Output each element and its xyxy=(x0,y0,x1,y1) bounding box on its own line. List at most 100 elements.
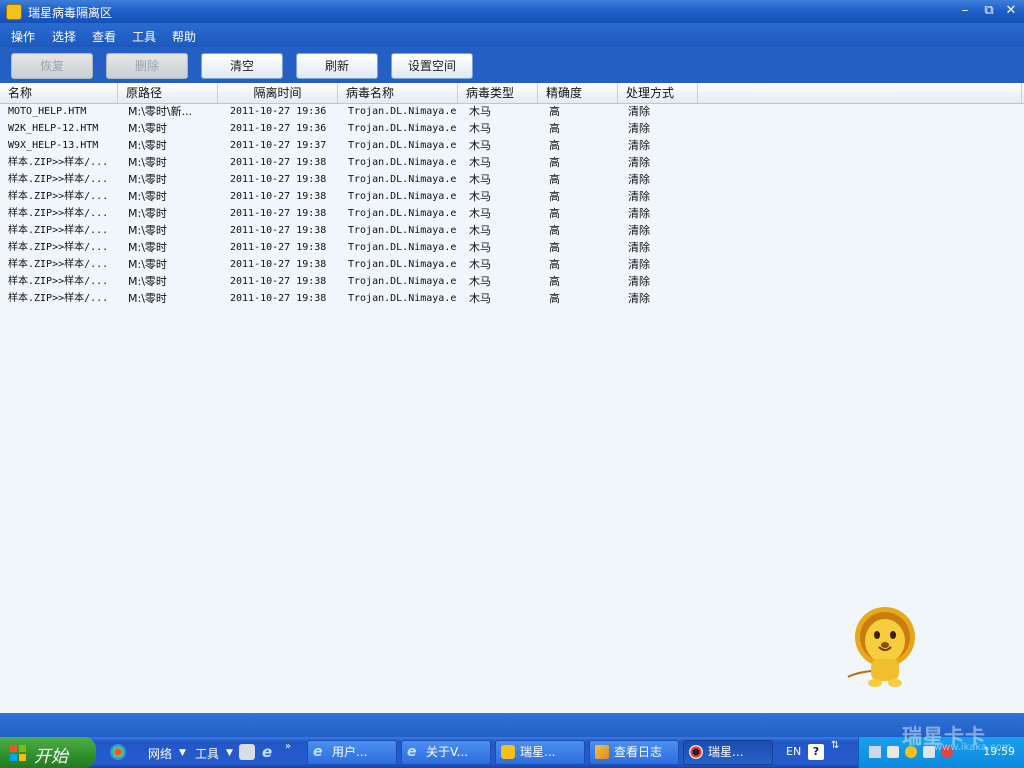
status-bar xyxy=(0,713,1024,737)
cell-virus-name: Trojan.DL.Nimaya.e xyxy=(348,123,457,134)
menu-select[interactable]: 选择 xyxy=(52,28,76,45)
column-header-name[interactable]: 名称 xyxy=(0,83,118,103)
cell-action: 清除 xyxy=(628,139,650,152)
toolbar-network[interactable]: 网络 xyxy=(148,745,172,762)
table-row[interactable]: 样本.ZIP>>样本/... M:\零时 2011-10-27 19:38 Troja… xyxy=(0,188,1024,205)
network-icon[interactable] xyxy=(869,746,881,758)
restore-button[interactable]: ⧉ xyxy=(980,3,998,19)
table-row[interactable]: 样本.ZIP>>样本/... M:\零时 2011-10-27 19:38 Troja… xyxy=(0,154,1024,171)
task-button-rising[interactable]: 瑞星... xyxy=(495,740,585,765)
rising-app-icon xyxy=(6,4,22,20)
table-row[interactable]: 样本.ZIP>>样本/... M:\零时 2011-10-27 19:38 Troja… xyxy=(0,171,1024,188)
cell-action: 清除 xyxy=(628,207,650,220)
task-button-user[interactable]: e 用户... xyxy=(307,740,397,765)
cell-virus-type: 木马 xyxy=(469,258,491,271)
menu-tools[interactable]: 工具 xyxy=(132,28,156,45)
cell-accuracy: 高 xyxy=(549,139,560,152)
cell-time: 2011-10-27 19:38 xyxy=(230,242,327,253)
volume-icon[interactable] xyxy=(887,746,899,758)
quicklaunch-explorer-icon[interactable] xyxy=(239,744,255,760)
column-header-action[interactable]: 处理方式 xyxy=(618,83,698,103)
cell-virus-type: 木马 xyxy=(469,275,491,288)
cell-time: 2011-10-27 19:36 xyxy=(230,123,327,134)
column-header-path[interactable]: 原路径 xyxy=(118,83,218,103)
cell-action: 清除 xyxy=(628,224,650,237)
cell-path: M:\零时 xyxy=(128,241,167,254)
rising-icon xyxy=(689,745,703,759)
taskbar: 开始 网络 ▼ 工具 ▼ e » e 用户... e 关于V... 瑞星... … xyxy=(0,737,1024,768)
quicklaunch-more-icon[interactable]: » xyxy=(285,741,291,752)
task-button-about[interactable]: e 关于V... xyxy=(401,740,491,765)
window-title: 瑞星病毒隔离区 xyxy=(28,6,113,20)
restore-file-button[interactable]: 恢复 xyxy=(11,53,93,79)
language-indicator[interactable]: EN xyxy=(786,745,801,758)
restore-arrows-icon[interactable]: ⇅ xyxy=(831,740,839,751)
cell-virus-type: 木马 xyxy=(469,122,491,135)
table-row[interactable]: 样本.ZIP>>样本/... M:\零时 2011-10-27 19:38 Troja… xyxy=(0,256,1024,273)
cell-accuracy: 高 xyxy=(549,190,560,203)
column-header-accuracy[interactable]: 精确度 xyxy=(538,83,618,103)
menu-view[interactable]: 查看 xyxy=(92,28,116,45)
security-tray-icon[interactable] xyxy=(941,746,953,758)
cell-accuracy: 高 xyxy=(549,207,560,220)
ie-icon: e xyxy=(313,744,323,760)
task-button-rising-active[interactable]: 瑞星... xyxy=(683,740,773,765)
column-header-virus-type[interactable]: 病毒类型 xyxy=(458,83,538,103)
table-row[interactable]: 样本.ZIP>>样本/... M:\零时 2011-10-27 19:38 Troja… xyxy=(0,239,1024,256)
cell-time: 2011-10-27 19:38 xyxy=(230,225,327,236)
cell-virus-name: Trojan.DL.Nimaya.e xyxy=(348,106,457,117)
delete-button[interactable]: 删除 xyxy=(106,53,188,79)
cell-virus-name: Trojan.DL.Nimaya.e xyxy=(348,276,457,287)
clock[interactable]: 19:59 xyxy=(983,745,1015,758)
cell-action: 清除 xyxy=(628,173,650,186)
task-button-view-log[interactable]: 查看日志 xyxy=(589,740,679,765)
rising-tray-icon[interactable] xyxy=(905,746,917,758)
network-dropdown-icon[interactable]: ▼ xyxy=(179,748,186,758)
table-row[interactable]: 样本.ZIP>>样本/... M:\零时 2011-10-27 19:38 Troja… xyxy=(0,222,1024,239)
cell-virus-type: 木马 xyxy=(469,207,491,220)
help-icon[interactable]: ? xyxy=(808,744,824,760)
cell-action: 清除 xyxy=(628,105,650,118)
cell-virus-type: 木马 xyxy=(469,190,491,203)
cell-path: M:\零时 xyxy=(128,139,167,152)
set-space-button[interactable]: 设置空间 xyxy=(391,53,473,79)
menu-help[interactable]: 帮助 xyxy=(172,28,196,45)
minimize-button[interactable]: – xyxy=(956,3,974,19)
cell-name: 样本.ZIP>>样本/... xyxy=(8,157,109,168)
toolbar-tools[interactable]: 工具 xyxy=(195,745,219,762)
column-header-virus-name[interactable]: 病毒名称 xyxy=(338,83,458,103)
column-header-filler xyxy=(698,83,1022,103)
cell-name: W2K_HELP-12.HTM xyxy=(8,123,99,134)
close-button[interactable]: ✕ xyxy=(1002,3,1020,19)
table-row[interactable]: 样本.ZIP>>样本/... M:\零时 2011-10-27 19:38 Troja… xyxy=(0,205,1024,222)
table-row[interactable]: W2K_HELP-12.HTM M:\零时 2011-10-27 19:36 Troj… xyxy=(0,120,1024,137)
cell-name: 样本.ZIP>>样本/... xyxy=(8,293,109,304)
quicklaunch-colorful-icon[interactable] xyxy=(110,744,126,760)
cell-action: 清除 xyxy=(628,122,650,135)
table-row[interactable]: 样本.ZIP>>样本/... M:\零时 2011-10-27 19:38 Troja… xyxy=(0,273,1024,290)
start-button[interactable]: 开始 xyxy=(0,737,96,768)
menu-operate[interactable]: 操作 xyxy=(11,28,35,45)
ie-icon: e xyxy=(407,744,417,760)
cell-accuracy: 高 xyxy=(549,173,560,186)
task-label: 关于V... xyxy=(426,745,469,759)
cell-virus-type: 木马 xyxy=(469,105,491,118)
menu-bar: 操作 选择 查看 工具 帮助 xyxy=(0,23,1024,47)
refresh-button[interactable]: 刷新 xyxy=(296,53,378,79)
cell-path: M:\零时 xyxy=(128,207,167,220)
cell-virus-type: 木马 xyxy=(469,224,491,237)
tools-dropdown-icon[interactable]: ▼ xyxy=(226,748,233,758)
table-row[interactable]: 样本.ZIP>>样本/... M:\零时 2011-10-27 19:38 Troja… xyxy=(0,290,1024,307)
cell-virus-type: 木马 xyxy=(469,241,491,254)
quicklaunch-ie-icon[interactable]: e xyxy=(262,744,278,760)
keyboard-icon[interactable] xyxy=(923,746,935,758)
lion-mascot-icon[interactable] xyxy=(845,603,921,691)
table-row[interactable]: MOTO_HELP.HTM M:\零时\新... 2011-10-27 19:36 T… xyxy=(0,103,1024,120)
cell-virus-name: Trojan.DL.Nimaya.e xyxy=(348,208,457,219)
table-row[interactable]: W9X_HELP-13.HTM M:\零时 2011-10-27 19:37 Troj… xyxy=(0,137,1024,154)
clear-all-button[interactable]: 清空 xyxy=(201,53,283,79)
toolbar: 恢复 删除 清空 刷新 设置空间 xyxy=(0,47,1024,83)
cell-action: 清除 xyxy=(628,156,650,169)
cell-accuracy: 高 xyxy=(549,156,560,169)
column-header-time[interactable]: 隔离时间 xyxy=(218,83,338,103)
